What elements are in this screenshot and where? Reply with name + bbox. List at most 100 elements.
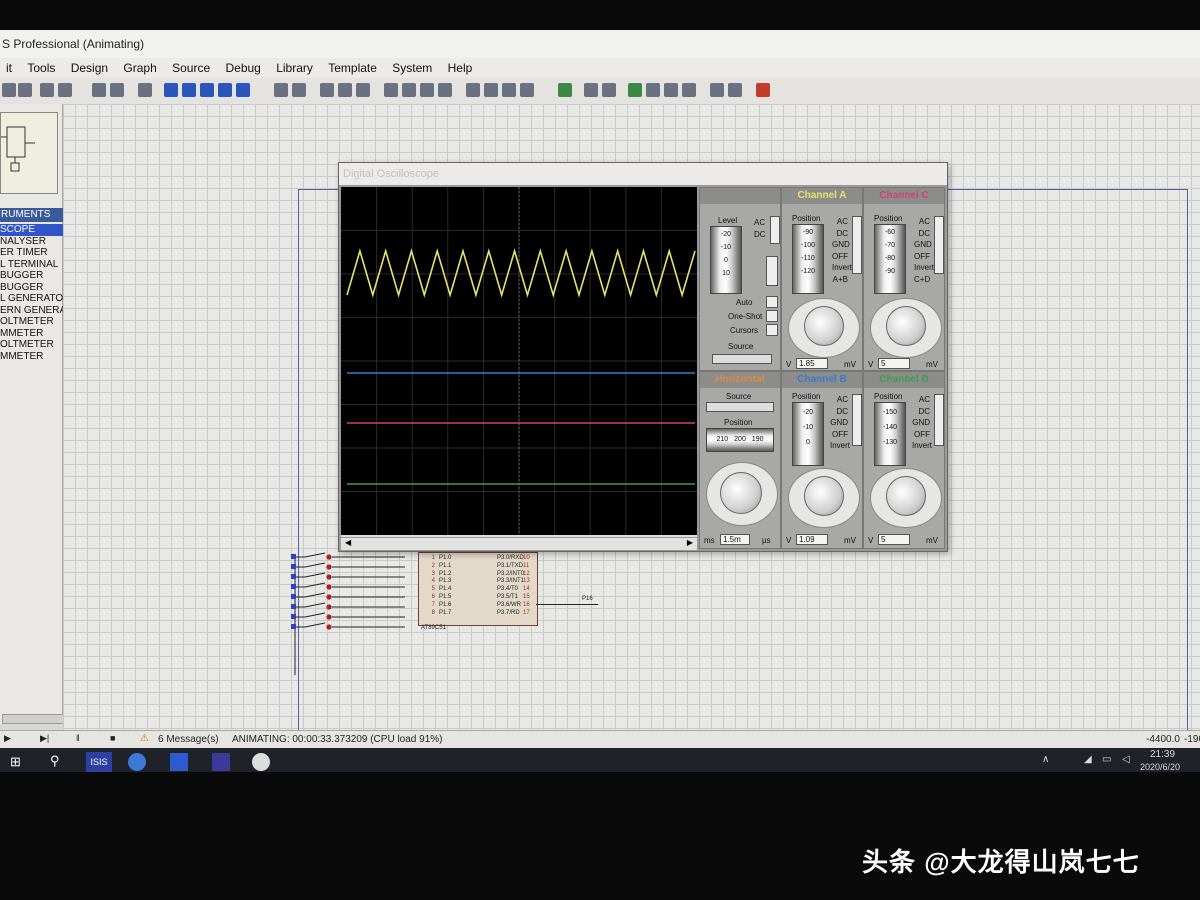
make-device-icon[interactable]: [484, 83, 498, 97]
copy-icon[interactable]: [338, 83, 352, 97]
pin-num: 3: [431, 570, 435, 577]
trigger-coupling-switch[interactable]: [770, 216, 780, 244]
block-delete-icon[interactable]: [438, 83, 452, 97]
search-icon[interactable]: ⚲: [50, 753, 60, 769]
windows-start-icon[interactable]: ⊞: [10, 754, 21, 770]
menu-system[interactable]: System: [386, 58, 438, 78]
zoom-all-icon[interactable]: [218, 83, 232, 97]
zoom-area-icon[interactable]: [236, 83, 250, 97]
channel-b-mode-switch[interactable]: [852, 394, 862, 446]
channel-c-mode-switch[interactable]: [934, 216, 944, 274]
pick-device-icon[interactable]: [466, 83, 480, 97]
pause-icon[interactable]: ‖: [76, 733, 80, 743]
channel-c-position-roller[interactable]: -60 -70 -80 -90: [874, 224, 906, 294]
clock-time[interactable]: 21:39: [1150, 749, 1175, 760]
clock-date[interactable]: 2020/6/20: [1140, 762, 1180, 772]
undo-icon[interactable]: [274, 83, 288, 97]
oscilloscope-window[interactable]: Digital Oscilloscope ◀ ▶ Level -20 -10 0…: [338, 162, 948, 552]
trigger-panel: Level -20 -10 0 10 AC DC Auto One-Shot C…: [699, 187, 781, 371]
menu-design[interactable]: Design: [65, 58, 114, 78]
grid-icon[interactable]: [110, 83, 124, 97]
one-shot-button[interactable]: [766, 310, 778, 322]
menu-template[interactable]: Template: [322, 58, 383, 78]
channel-a-volts-knob[interactable]: [804, 306, 844, 346]
channel-a-mode-switch[interactable]: [852, 216, 862, 274]
channel-b-volts-knob[interactable]: [804, 476, 844, 516]
switch-contact: [326, 604, 332, 610]
horizontal-position-roller[interactable]: 210 200 190: [706, 428, 774, 452]
channel-d-position-roller[interactable]: -150 -140 -130: [874, 402, 906, 466]
bill-of-materials-icon[interactable]: [682, 83, 696, 97]
cursors-button[interactable]: [766, 324, 778, 336]
channel-d-modes: AC DC GND OFF Invert: [912, 394, 932, 452]
menu-tools[interactable]: Tools: [21, 58, 61, 78]
scope-scrollbar[interactable]: ◀ ▶: [341, 537, 697, 550]
menu-edit[interactable]: it: [0, 58, 18, 78]
horizontal-timebase-knob[interactable]: [720, 472, 762, 514]
menu-help[interactable]: Help: [442, 58, 479, 78]
menu-graph[interactable]: Graph: [117, 58, 162, 78]
overview-preview[interactable]: [0, 112, 58, 194]
new-sheet-icon[interactable]: [628, 83, 642, 97]
remove-sheet-icon[interactable]: [646, 83, 660, 97]
trigger-edge-switch[interactable]: [766, 256, 778, 286]
menu-library[interactable]: Library: [270, 58, 319, 78]
stop-icon[interactable]: ■: [110, 733, 115, 743]
refresh-icon[interactable]: [92, 83, 106, 97]
messages-count[interactable]: 6 Message(s): [158, 734, 219, 745]
decompose-icon[interactable]: [520, 83, 534, 97]
zoom-out-icon[interactable]: [200, 83, 214, 97]
electrical-check-icon[interactable]: [710, 83, 724, 97]
cut-icon[interactable]: [320, 83, 334, 97]
netlist-icon[interactable]: [728, 83, 742, 97]
channel-b-position-roller[interactable]: -20 -10 0: [792, 402, 824, 466]
level-label: Level: [718, 216, 738, 225]
step-icon[interactable]: ▶|: [40, 733, 49, 744]
block-rotate-icon[interactable]: [420, 83, 434, 97]
channel-d-volts-knob[interactable]: [886, 476, 926, 516]
wire-autorouter-icon[interactable]: [558, 83, 572, 97]
menu-debug[interactable]: Debug: [219, 58, 266, 78]
scope-display[interactable]: [341, 187, 697, 535]
battery-icon[interactable]: ▭: [1102, 754, 1111, 765]
isis-taskbar-icon[interactable]: ISIS: [86, 752, 112, 772]
exit-to-parent-icon[interactable]: [664, 83, 678, 97]
origin-icon[interactable]: [138, 83, 152, 97]
channel-a-position-roller[interactable]: -90 -100 -110 -120: [792, 224, 824, 294]
horizontal-source-slider[interactable]: [706, 402, 774, 412]
scroll-left-icon[interactable]: ◀: [345, 538, 351, 547]
print-icon[interactable]: [40, 83, 54, 97]
word-taskbar-icon[interactable]: [170, 753, 188, 771]
menu-source[interactable]: Source: [166, 58, 216, 78]
network-icon[interactable]: ◢: [1084, 754, 1092, 765]
auto-button[interactable]: [766, 296, 778, 308]
trigger-source-slider[interactable]: [712, 354, 772, 364]
app-taskbar-icon[interactable]: [252, 753, 270, 771]
print-area-icon[interactable]: [58, 83, 72, 97]
trigger-level-roller[interactable]: -20 -10 0 10: [710, 226, 742, 294]
channel-d-mode-switch[interactable]: [934, 394, 944, 446]
browser-taskbar-icon[interactable]: [128, 753, 146, 771]
volume-icon[interactable]: ◁: [1122, 754, 1130, 765]
play-icon[interactable]: ▶: [4, 733, 11, 744]
paste-icon[interactable]: [356, 83, 370, 97]
block-copy-icon[interactable]: [384, 83, 398, 97]
tray-chevron-icon[interactable]: ∧: [1042, 754, 1049, 765]
redo-icon[interactable]: [292, 83, 306, 97]
channel-c-volts-knob[interactable]: [886, 306, 926, 346]
mode-label: C+D: [914, 274, 931, 284]
scroll-right-icon[interactable]: ▶: [687, 538, 693, 547]
switch-array[interactable]: [285, 545, 425, 675]
open-icon[interactable]: [2, 83, 16, 97]
pan-icon[interactable]: [164, 83, 178, 97]
zoom-in-icon[interactable]: [182, 83, 196, 97]
package-icon[interactable]: [502, 83, 516, 97]
instrument-item-oscilloscope[interactable]: SCOPE: [0, 224, 68, 236]
search-icon[interactable]: [584, 83, 598, 97]
vs-taskbar-icon[interactable]: [212, 753, 230, 771]
property-tool-icon[interactable]: [602, 83, 616, 97]
save-icon[interactable]: [18, 83, 32, 97]
ares-icon[interactable]: [756, 83, 770, 97]
block-move-icon[interactable]: [402, 83, 416, 97]
microcontroller-chip[interactable]: 1 2 3 4 5 6 7 8 P1.0 P1.1 P1.2 P1.3 P1.4…: [418, 552, 538, 631]
